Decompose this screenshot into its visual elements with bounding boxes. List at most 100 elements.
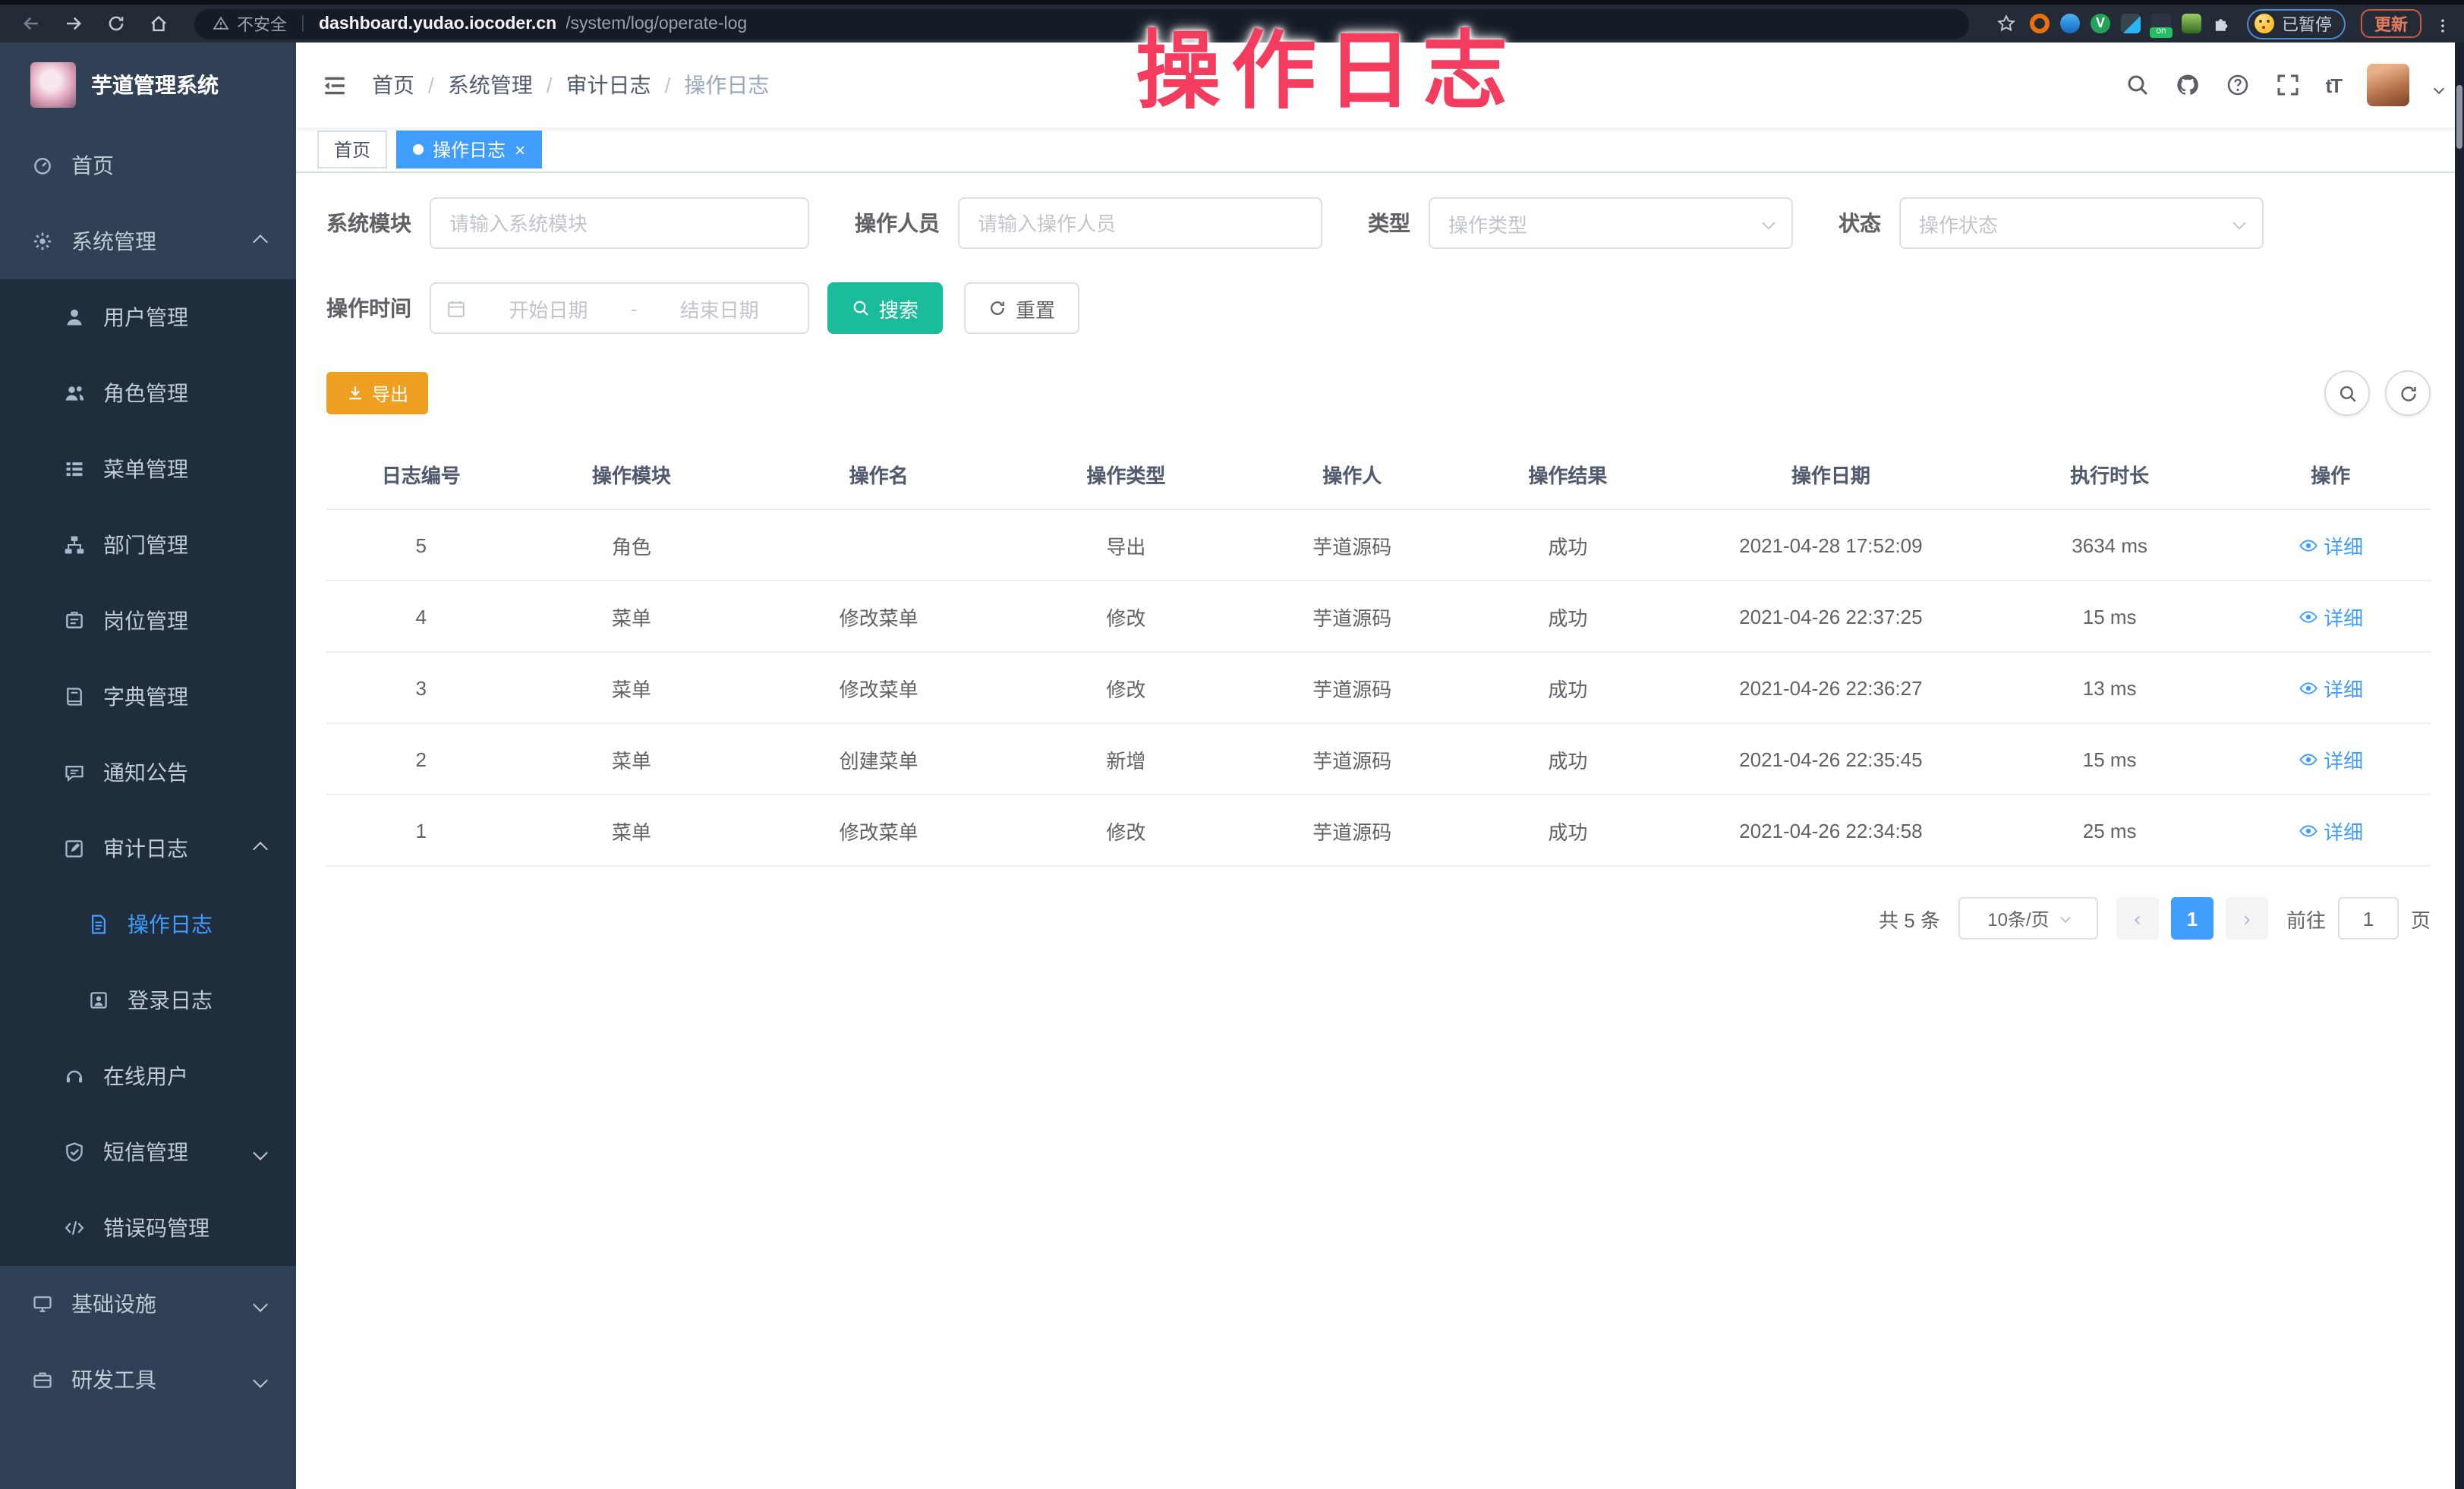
- update-label: 更新: [2374, 11, 2408, 36]
- cell-result: 成功: [1463, 673, 1673, 702]
- bookmark-star-button[interactable]: [1987, 8, 2024, 39]
- breadcrumb-audit[interactable]: 审计日志: [566, 70, 651, 100]
- detail-link[interactable]: 详细: [2298, 530, 2363, 559]
- time-label: 操作时间: [326, 293, 411, 323]
- detail-link[interactable]: 详细: [2298, 602, 2363, 631]
- active-tab-dot: [413, 144, 424, 155]
- export-button[interactable]: 导出: [326, 372, 428, 414]
- goto-page-input[interactable]: [2338, 897, 2399, 940]
- detail-link[interactable]: 详细: [2298, 673, 2363, 702]
- menu-label: 基础设施: [71, 1289, 156, 1319]
- sidebar-item-home[interactable]: 首页: [0, 127, 296, 203]
- cell-log-id: 1: [326, 819, 515, 842]
- toggle-search-button[interactable]: [2324, 370, 2370, 416]
- browser-profile-chip[interactable]: 已暂停: [2247, 8, 2346, 39]
- sidebar-item-system[interactable]: 系统管理: [0, 203, 296, 279]
- extensions-puzzle-icon[interactable]: [2212, 14, 2232, 33]
- column-header: 执行时长: [1989, 460, 2231, 489]
- column-header: 日志编号: [326, 460, 515, 489]
- page-size-select[interactable]: 10条/页: [1958, 897, 2098, 940]
- sidebar-item-notice[interactable]: 通知公告: [0, 735, 296, 811]
- reset-button[interactable]: 重置: [964, 282, 1079, 334]
- prev-page-button[interactable]: ‹: [2116, 897, 2159, 940]
- browser-update-button[interactable]: 更新: [2361, 9, 2421, 38]
- sidebar-item-menus[interactable]: 菜单管理: [0, 431, 296, 507]
- refresh-icon: [2398, 383, 2418, 403]
- github-icon[interactable]: [2175, 73, 2199, 97]
- refresh-table-button[interactable]: [2385, 370, 2431, 416]
- detail-link[interactable]: 详细: [2298, 816, 2363, 845]
- search-icon[interactable]: [2125, 73, 2149, 97]
- security-warning[interactable]: 不安全: [213, 11, 287, 36]
- fullscreen-icon[interactable]: [2275, 73, 2299, 97]
- browser-home-button[interactable]: [140, 8, 176, 39]
- sidebar-item-departments[interactable]: 部门管理: [0, 507, 296, 583]
- avatar[interactable]: [2367, 64, 2409, 106]
- scrollbar-thumb[interactable]: [2456, 85, 2462, 149]
- sidebar-item-infrastructure[interactable]: 基础设施: [0, 1266, 296, 1342]
- user-dropdown-button[interactable]: [2435, 74, 2443, 96]
- browser-back-button[interactable]: [12, 8, 49, 39]
- tab-close-icon[interactable]: ×: [515, 140, 525, 159]
- list-icon: [64, 458, 85, 480]
- extension-icon-1[interactable]: [2030, 14, 2050, 33]
- status-select[interactable]: 操作状态: [1899, 197, 2264, 249]
- menu-label: 菜单管理: [103, 454, 188, 484]
- page-size-value: 10条/页: [1987, 905, 2049, 931]
- sidebar-item-users[interactable]: 用户管理: [0, 279, 296, 355]
- menu-label: 操作日志: [128, 909, 213, 940]
- tab-home[interactable]: 首页: [317, 131, 387, 168]
- cell-name: 创建菜单: [747, 744, 1010, 773]
- sidebar-item-operate-log[interactable]: 操作日志: [0, 886, 296, 962]
- module-input[interactable]: [430, 197, 809, 249]
- dashboard-icon: [32, 155, 53, 176]
- extension-icon-4[interactable]: [2121, 14, 2141, 33]
- sidebar-item-dict[interactable]: 字典管理: [0, 659, 296, 735]
- tab-operate-log[interactable]: 操作日志 ×: [396, 131, 542, 168]
- extension-icon-switch[interactable]: [2151, 14, 2171, 33]
- sidebar-item-error-code[interactable]: 错误码管理: [0, 1190, 296, 1266]
- cell-result: 成功: [1463, 744, 1673, 773]
- sidebar-item-login-log[interactable]: 登录日志: [0, 962, 296, 1038]
- table-row: 4 菜单 修改菜单 修改 芋道源码 成功 2021-04-26 22:37:25…: [326, 581, 2431, 653]
- eye-icon: [2298, 820, 2317, 840]
- extension-icon-3[interactable]: [2091, 14, 2110, 33]
- font-size-icon[interactable]: tT: [2325, 74, 2341, 96]
- cell-module: 菜单: [515, 744, 747, 773]
- cell-operator: 芋道源码: [1242, 816, 1463, 845]
- page-1-button[interactable]: 1: [2171, 897, 2214, 940]
- extension-icon-5[interactable]: [2182, 14, 2201, 33]
- sidebar-fold-button[interactable]: [317, 68, 351, 102]
- date-range-picker[interactable]: 开始日期 - 结束日期: [430, 282, 809, 334]
- sidebar-item-posts[interactable]: 岗位管理: [0, 583, 296, 659]
- breadcrumb-system[interactable]: 系统管理: [448, 70, 533, 100]
- column-header: 操作日期: [1673, 460, 1989, 489]
- browser-menu-button[interactable]: [2434, 12, 2452, 35]
- operator-input[interactable]: [958, 197, 1322, 249]
- detail-link[interactable]: 详细: [2298, 744, 2363, 773]
- app-logo-row[interactable]: 芋道管理系统: [0, 42, 296, 127]
- extension-icon-2[interactable]: [2060, 14, 2080, 33]
- sidebar-item-dev-tools[interactable]: 研发工具: [0, 1342, 296, 1418]
- users-icon: [64, 382, 85, 404]
- help-icon[interactable]: [2225, 73, 2249, 97]
- sidebar-item-audit-log[interactable]: 审计日志: [0, 811, 296, 886]
- sidebar-item-online-users[interactable]: 在线用户: [0, 1038, 296, 1114]
- sidebar-menu: 首页 系统管理 用户管理 角色管理: [0, 127, 296, 1489]
- browser-reload-button[interactable]: [97, 8, 134, 39]
- cell-date: 2021-04-26 22:34:58: [1673, 819, 1989, 842]
- document-icon: [88, 914, 109, 935]
- sidebar-item-sms[interactable]: 短信管理: [0, 1114, 296, 1190]
- cell-module: 菜单: [515, 816, 747, 845]
- operator-label: 操作人员: [855, 208, 940, 238]
- cell-log-id: 2: [326, 748, 515, 770]
- column-header: 操作结果: [1463, 460, 1673, 489]
- browser-forward-button[interactable]: [55, 8, 91, 39]
- next-page-button[interactable]: ›: [2226, 897, 2268, 940]
- sidebar-item-roles[interactable]: 角色管理: [0, 355, 296, 431]
- breadcrumb-home[interactable]: 首页: [372, 70, 414, 100]
- search-button[interactable]: 搜索: [827, 282, 943, 334]
- type-select[interactable]: 操作类型: [1429, 197, 1793, 249]
- address-bar[interactable]: 不安全 dashboard.yudao.iocoder.cn /system/l…: [194, 8, 1969, 39]
- profile-emoji-icon: [2254, 14, 2274, 33]
